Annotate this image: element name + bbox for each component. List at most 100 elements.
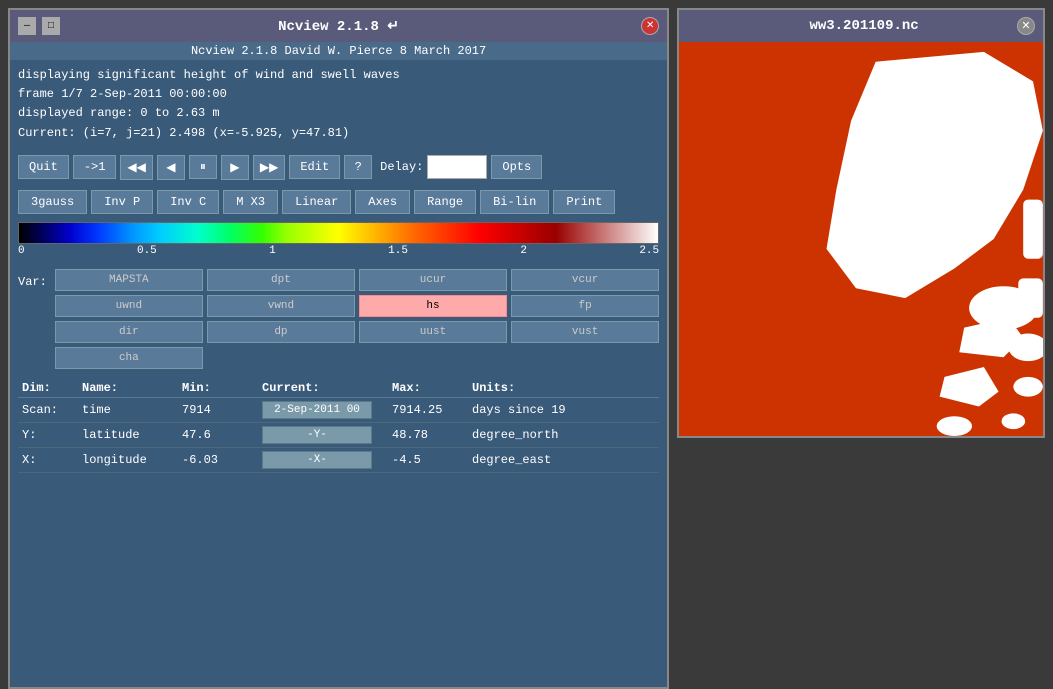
pause-button[interactable]: ⏸: [189, 155, 217, 179]
dim-y-label: Y:: [18, 428, 78, 442]
land-island-5: [1002, 413, 1026, 429]
var-btn-vust[interactable]: vust: [511, 321, 659, 343]
forward-button[interactable]: ▶▶: [253, 155, 285, 180]
minimize-button[interactable]: —: [18, 17, 36, 35]
header-min: Min:: [178, 381, 258, 395]
ww3-close-button[interactable]: ✕: [1017, 17, 1035, 35]
var-btn-ucur[interactable]: ucur: [359, 269, 507, 291]
dim-row-x: X: longitude -6.03 -4.5 degree_east: [18, 448, 659, 473]
land-island-6: [937, 416, 972, 436]
title-bar: — □ Ncview 2.1.8 ↵ ✕: [10, 10, 667, 42]
dim-y-max: 48.78: [388, 428, 468, 442]
header-name: Name:: [78, 381, 178, 395]
colorbar-labels: 0 0.5 1 1.5 2 2.5: [18, 245, 659, 257]
3gauss-button[interactable]: 3gauss: [18, 190, 87, 214]
ww3-title-bar: ww3.201109.nc ✕: [679, 10, 1043, 42]
var-btn-vwnd[interactable]: vwnd: [207, 295, 355, 317]
m-x3-button[interactable]: M X3: [223, 190, 278, 214]
delay-input[interactable]: [427, 155, 487, 179]
ww3-map-canvas[interactable]: [679, 42, 1043, 436]
info-bar: Ncview 2.1.8 David W. Pierce 8 March 201…: [10, 42, 667, 60]
var-section: Var: MAPSTA dpt ucur vcur uwnd vwnd hs f…: [10, 263, 667, 375]
colorbar-label-4: 2: [520, 245, 527, 257]
var-btn-dpt[interactable]: dpt: [207, 269, 355, 291]
var-btn-dp[interactable]: dp: [207, 321, 355, 343]
quit-button[interactable]: Quit: [18, 155, 69, 179]
var-btn-mapsta[interactable]: MAPSTA: [55, 269, 203, 291]
land-right-2: [1018, 278, 1043, 317]
dim-x-min: -6.03: [178, 453, 258, 467]
header-max: Max:: [388, 381, 468, 395]
var-btn-fp[interactable]: fp: [511, 295, 659, 317]
opts-button[interactable]: Opts: [491, 155, 542, 179]
colorbar-label-3: 1.5: [388, 245, 408, 257]
range-button[interactable]: Range: [414, 190, 476, 214]
dim-y-units: degree_north: [468, 428, 659, 442]
dim-y-min: 47.6: [178, 428, 258, 442]
var-btn-cha[interactable]: cha: [55, 347, 203, 369]
linear-button[interactable]: Linear: [282, 190, 351, 214]
info-line-2: frame 1/7 2-Sep-2011 00:00:00: [18, 85, 659, 104]
map-svg: [679, 42, 1043, 436]
print-button[interactable]: Print: [553, 190, 615, 214]
land-mass-main: [827, 52, 1043, 298]
dim-scan-label: Scan:: [18, 403, 78, 417]
dim-x-max: -4.5: [388, 453, 468, 467]
colorbar-label-2: 1: [269, 245, 276, 257]
dim-row-y: Y: latitude 47.6 48.78 degree_north: [18, 423, 659, 448]
maximize-button[interactable]: □: [42, 17, 60, 35]
header-dim: Dim:: [18, 381, 78, 395]
dim-section: Dim: Name: Min: Current: Max: Units: Sca…: [10, 375, 667, 687]
bi-lin-button[interactable]: Bi-lin: [480, 190, 549, 214]
info-line-3: displayed range: 0 to 2.63 m: [18, 104, 659, 123]
ww3-window-title: ww3.201109.nc: [711, 18, 1017, 34]
step1-button[interactable]: ->1: [73, 155, 117, 179]
dim-scan-current-input[interactable]: [262, 401, 372, 419]
rewind-button[interactable]: ◀◀: [120, 155, 152, 180]
inv-p-button[interactable]: Inv P: [91, 190, 153, 214]
delay-label: Delay:: [380, 160, 423, 174]
dim-y-current-input[interactable]: [262, 426, 372, 444]
var-btn-uust[interactable]: uust: [359, 321, 507, 343]
dim-x-name: longitude: [78, 453, 178, 467]
land-right-1: [1023, 200, 1043, 259]
info-section: displaying significant height of wind an…: [10, 60, 667, 149]
inv-c-button[interactable]: Inv C: [157, 190, 219, 214]
var-btn-uwnd[interactable]: uwnd: [55, 295, 203, 317]
dim-x-current-container: [258, 451, 388, 469]
info-line-4: Current: (i=7, j=21) 2.498 (x=-5.925, y=…: [18, 124, 659, 143]
controls-section: Quit ->1 ◀◀ ◀ ⏸ ▶ ▶▶ Edit ? Delay: Opts: [10, 149, 667, 186]
dim-y-name: latitude: [78, 428, 178, 442]
colorbar-label-0: 0: [18, 245, 25, 257]
header-units: Units:: [468, 381, 659, 395]
colorbar: [18, 222, 659, 244]
dim-row-scan: Scan: time 7914 7914.25 days since 19: [18, 398, 659, 423]
colorbar-label-1: 0.5: [137, 245, 157, 257]
close-button[interactable]: ✕: [641, 17, 659, 35]
colorbar-label-5: 2.5: [639, 245, 659, 257]
land-island-3: [1013, 377, 1043, 397]
header-current: Current:: [258, 381, 388, 395]
functions-section: 3gauss Inv P Inv C M X3 Linear Axes Rang…: [10, 186, 667, 218]
colorbar-section: 0 0.5 1 1.5 2 2.5: [10, 218, 667, 263]
ww3-window: ww3.201109.nc ✕: [677, 8, 1045, 438]
dim-x-units: degree_east: [468, 453, 659, 467]
var-btn-hs[interactable]: hs: [359, 295, 507, 317]
dim-x-current-input[interactable]: [262, 451, 372, 469]
land-island-4: [940, 367, 999, 406]
next-button[interactable]: ▶: [221, 155, 249, 180]
edit-button[interactable]: Edit: [289, 155, 340, 179]
dim-scan-current-container: [258, 401, 388, 419]
window-title: Ncview 2.1.8 ↵: [78, 18, 599, 35]
var-grid: MAPSTA dpt ucur vcur uwnd vwnd hs fp dir…: [55, 269, 659, 369]
var-btn-dir[interactable]: dir: [55, 321, 203, 343]
prev-button[interactable]: ◀: [157, 155, 185, 180]
help-button[interactable]: ?: [344, 155, 372, 179]
axes-button[interactable]: Axes: [355, 190, 410, 214]
var-label: Var:: [18, 269, 47, 289]
info-line-1: displaying significant height of wind an…: [18, 66, 659, 85]
ncview-main-window: — □ Ncview 2.1.8 ↵ ✕ Ncview 2.1.8 David …: [8, 8, 669, 689]
var-btn-vcur[interactable]: vcur: [511, 269, 659, 291]
dim-y-current-container: [258, 426, 388, 444]
dim-x-label: X:: [18, 453, 78, 467]
